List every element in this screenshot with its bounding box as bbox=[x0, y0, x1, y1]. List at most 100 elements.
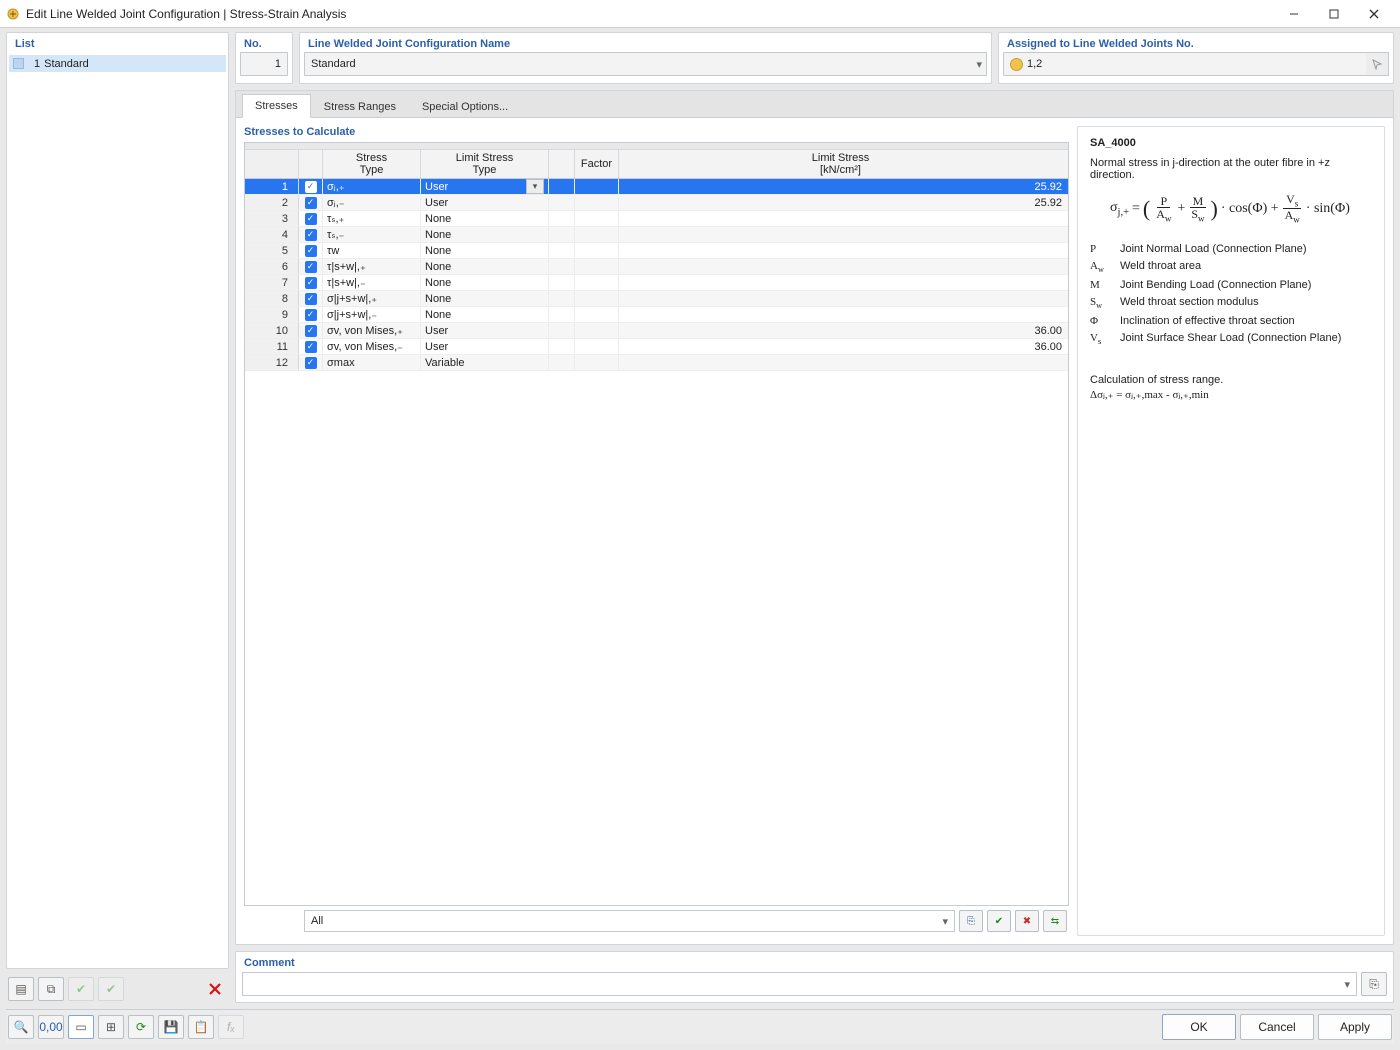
assigned-field[interactable]: 1,2 bbox=[1003, 52, 1389, 76]
view1-button[interactable]: ▭ bbox=[68, 1015, 94, 1039]
stress-type-cell[interactable]: τₛ,₋ bbox=[323, 227, 421, 242]
help-button[interactable]: 🔍 bbox=[8, 1015, 34, 1039]
limit-stress-cell[interactable] bbox=[619, 259, 1068, 274]
limit-type-cell[interactable]: None bbox=[421, 227, 549, 242]
row-check[interactable]: ✓ bbox=[299, 227, 323, 242]
report-button[interactable]: 📋 bbox=[188, 1015, 214, 1039]
list-item[interactable]: 1Standard bbox=[9, 55, 226, 72]
limit-type-cell[interactable]: None bbox=[421, 291, 549, 306]
maximize-button[interactable] bbox=[1314, 0, 1354, 28]
limit-stress-cell[interactable] bbox=[619, 211, 1068, 226]
new-item-button[interactable]: ▤ bbox=[8, 977, 34, 1001]
stress-type-cell[interactable]: τₛ,₊ bbox=[323, 211, 421, 226]
function-button[interactable]: fₓ bbox=[218, 1015, 244, 1039]
limit-stress-cell[interactable]: 25.92 bbox=[619, 179, 1068, 194]
close-button[interactable] bbox=[1354, 0, 1394, 28]
table-row[interactable]: 6✓τ|s+w|,₊None bbox=[245, 259, 1068, 275]
table-row[interactable]: 1✓σⱼ,₊User▾25.92 bbox=[245, 179, 1068, 195]
factor-cell[interactable] bbox=[575, 259, 619, 274]
stress-type-cell[interactable]: σⱼ,₊ bbox=[323, 179, 421, 194]
table-row[interactable]: 9✓σ|j+s+w|,₋None bbox=[245, 307, 1068, 323]
comment-library-button[interactable]: ⎘ bbox=[1361, 972, 1387, 996]
comment-field[interactable]: ▾ bbox=[242, 972, 1357, 996]
check-button[interactable]: ✔ bbox=[68, 977, 94, 1001]
table-row[interactable]: 3✓τₛ,₊None bbox=[245, 211, 1068, 227]
stress-type-cell[interactable]: σv, von Mises,₊ bbox=[323, 323, 421, 338]
stress-type-cell[interactable]: σ|j+s+w|,₊ bbox=[323, 291, 421, 306]
limit-type-cell[interactable]: User bbox=[421, 339, 549, 354]
row-check[interactable]: ✓ bbox=[299, 355, 323, 370]
factor-cell[interactable] bbox=[575, 307, 619, 322]
row-check[interactable]: ✓ bbox=[299, 323, 323, 338]
stress-type-cell[interactable]: τ|s+w|,₊ bbox=[323, 259, 421, 274]
minimize-button[interactable] bbox=[1274, 0, 1314, 28]
limit-type-cell[interactable]: User bbox=[421, 195, 549, 210]
limit-type-cell[interactable]: None bbox=[421, 259, 549, 274]
row-check[interactable]: ✓ bbox=[299, 307, 323, 322]
tab-stress-ranges[interactable]: Stress Ranges bbox=[311, 95, 409, 118]
factor-cell[interactable] bbox=[575, 243, 619, 258]
filter-combo[interactable]: All ▾ bbox=[304, 910, 955, 932]
limit-stress-cell[interactable]: 36.00 bbox=[619, 339, 1068, 354]
table-row[interactable]: 2✓σⱼ,₋User25.92 bbox=[245, 195, 1068, 211]
limit-stress-cell[interactable] bbox=[619, 227, 1068, 242]
limit-stress-cell[interactable] bbox=[619, 275, 1068, 290]
tab-stresses[interactable]: Stresses bbox=[242, 94, 311, 118]
table-row[interactable]: 10✓σv, von Mises,₊User36.00 bbox=[245, 323, 1068, 339]
cancel-button[interactable]: Cancel bbox=[1240, 1014, 1314, 1040]
table-row[interactable]: 4✓τₛ,₋None bbox=[245, 227, 1068, 243]
factor-cell[interactable] bbox=[575, 291, 619, 306]
stress-type-cell[interactable]: τ|s+w|,₋ bbox=[323, 275, 421, 290]
factor-cell[interactable] bbox=[575, 179, 619, 194]
pick-joints-button[interactable] bbox=[1366, 52, 1389, 76]
table-row[interactable]: 12✓σmaxVariable bbox=[245, 355, 1068, 371]
limit-type-cell[interactable]: None bbox=[421, 275, 549, 290]
stress-type-cell[interactable]: σⱼ,₋ bbox=[323, 195, 421, 210]
tab-special-options-[interactable]: Special Options... bbox=[409, 95, 521, 118]
config-name-combo[interactable]: Standard ▾ bbox=[304, 52, 987, 76]
table-row[interactable]: 8✓σ|j+s+w|,₊None bbox=[245, 291, 1068, 307]
stress-type-cell[interactable]: σ|j+s+w|,₋ bbox=[323, 307, 421, 322]
limit-stress-cell[interactable] bbox=[619, 355, 1068, 370]
uncheck-button[interactable]: ✔ bbox=[98, 977, 124, 1001]
limit-type-cell[interactable]: None bbox=[421, 307, 549, 322]
toggle-button[interactable]: ⇆ bbox=[1043, 910, 1067, 932]
table-row[interactable]: 11✓σv, von Mises,₋User36.00 bbox=[245, 339, 1068, 355]
row-check[interactable]: ✓ bbox=[299, 291, 323, 306]
row-check[interactable]: ✓ bbox=[299, 211, 323, 226]
factor-cell[interactable] bbox=[575, 211, 619, 226]
view2-button[interactable]: ⊞ bbox=[98, 1015, 124, 1039]
factor-cell[interactable] bbox=[575, 227, 619, 242]
factor-cell[interactable] bbox=[575, 275, 619, 290]
table-row[interactable]: 5✓τwNone bbox=[245, 243, 1068, 259]
limit-type-cell[interactable]: None bbox=[421, 211, 549, 226]
row-check[interactable]: ✓ bbox=[299, 243, 323, 258]
factor-cell[interactable] bbox=[575, 195, 619, 210]
check-all-button[interactable]: ✔ bbox=[987, 910, 1011, 932]
ok-button[interactable]: OK bbox=[1162, 1014, 1236, 1040]
refresh-button[interactable]: ⟳ bbox=[128, 1015, 154, 1039]
limit-stress-cell[interactable] bbox=[619, 291, 1068, 306]
units-button[interactable]: 0,00 bbox=[38, 1015, 64, 1039]
row-check[interactable]: ✓ bbox=[299, 259, 323, 274]
row-check[interactable]: ✓ bbox=[299, 339, 323, 354]
stress-type-cell[interactable]: σmax bbox=[323, 355, 421, 370]
save-button[interactable]: 💾 bbox=[158, 1015, 184, 1039]
uncheck-all-button[interactable]: ✖ bbox=[1015, 910, 1039, 932]
limit-type-cell[interactable]: Variable bbox=[421, 355, 549, 370]
limit-stress-cell[interactable] bbox=[619, 243, 1068, 258]
limit-type-cell[interactable]: User▾ bbox=[421, 179, 549, 194]
delete-item-button[interactable] bbox=[203, 978, 227, 1000]
apply-button[interactable]: Apply bbox=[1318, 1014, 1392, 1040]
limit-stress-cell[interactable]: 25.92 bbox=[619, 195, 1068, 210]
copy-item-button[interactable]: ⧉ bbox=[38, 977, 64, 1001]
stress-type-cell[interactable]: τw bbox=[323, 243, 421, 258]
limit-type-cell[interactable]: None bbox=[421, 243, 549, 258]
limit-type-cell[interactable]: User bbox=[421, 323, 549, 338]
limit-stress-cell[interactable] bbox=[619, 307, 1068, 322]
factor-cell[interactable] bbox=[575, 323, 619, 338]
table-row[interactable]: 7✓τ|s+w|,₋None bbox=[245, 275, 1068, 291]
factor-cell[interactable] bbox=[575, 355, 619, 370]
row-check[interactable]: ✓ bbox=[299, 195, 323, 210]
factor-cell[interactable] bbox=[575, 339, 619, 354]
